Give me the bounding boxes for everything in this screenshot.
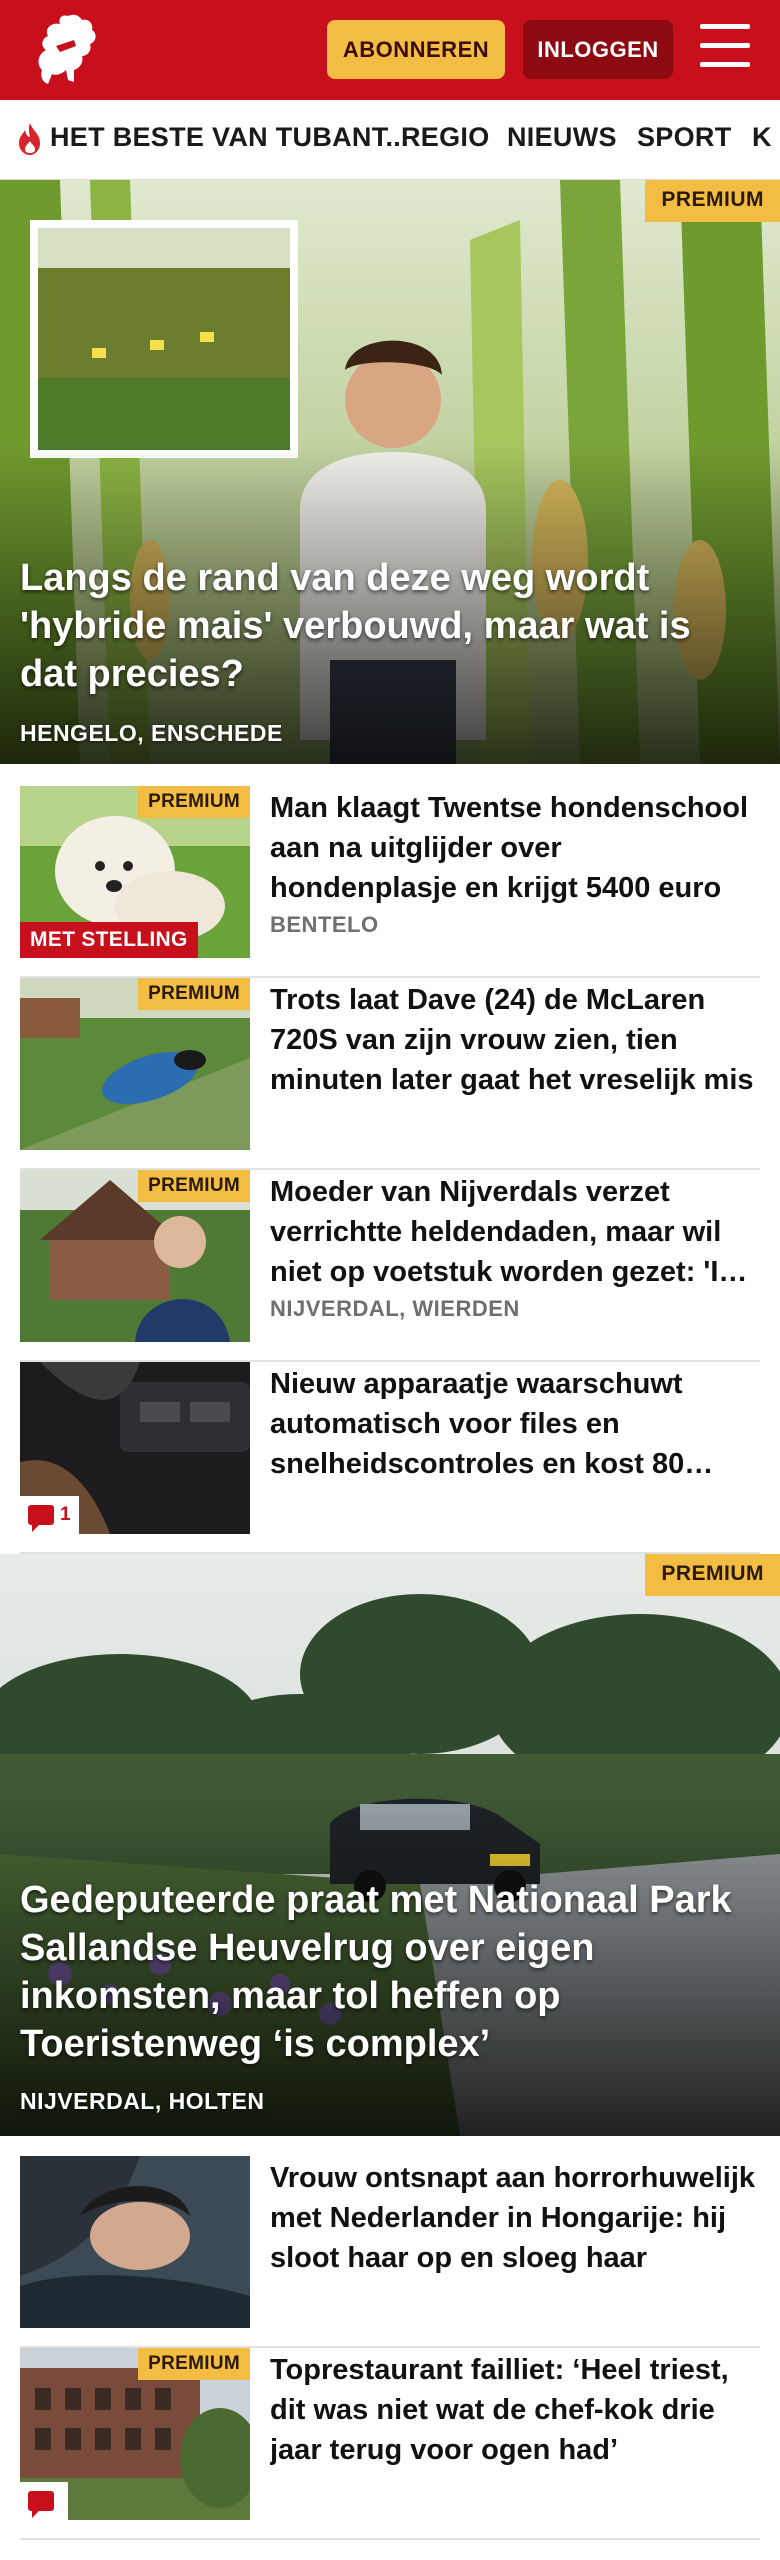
article-thumbnail: PREMIUM [20,2348,250,2520]
article-thumbnail: PREMIUM [20,1170,250,1342]
list-item[interactable]: PREMIUM Toprestaurant failliet: ‘Heel tr… [20,2348,760,2540]
premium-badge: PREMIUM [645,180,780,222]
article-thumbnail: PREMIUM [20,978,250,1150]
article-title[interactable]: Vrouw ontsnapt aan horrorhuwelijk met Ne… [270,2158,755,2278]
article-title[interactable]: Toprestaurant failliet: ‘Heel triest, di… [270,2350,755,2470]
list-item[interactable]: Vrouw ontsnapt aan horrorhuwelijk met Ne… [20,2156,760,2348]
hero-location: HENGELO, ENSCHEDE [20,720,283,746]
hero-location: NIJVERDAL, HOLTEN [20,2088,265,2114]
top-header: ABONNEREN INLOGGEN [0,0,780,100]
premium-badge: PREMIUM [645,1554,780,1596]
article-location: BENTELO [270,912,379,937]
nav-item-regio[interactable]: REGIO [401,122,490,153]
comment-number: 1 [60,1504,71,1525]
stelling-badge: MET STELLING [20,922,198,958]
flame-icon [19,123,40,155]
login-button[interactable]: INLOGGEN [523,20,673,79]
nav-item-more[interactable]: K [752,122,772,153]
hero-title[interactable]: Langs de rand van deze weg wordt 'hybrid… [20,554,750,698]
article-title[interactable]: Trots laat Dave (24) de McLaren 720S van… [270,980,755,1100]
list-item[interactable]: 1 Nieuw apparaatje waarschuwt automatisc… [20,1362,760,1554]
article-location: NIJVERDAL, WIERDEN [270,1296,520,1321]
hamburger-icon[interactable] [700,24,752,72]
comment-count[interactable] [20,2482,68,2520]
tubantia-logo[interactable] [22,10,104,90]
nav-item-nieuws[interactable]: NIEUWS [507,122,617,153]
article-title[interactable]: Nieuw apparaatje waarschuwt automatisch … [270,1364,755,1484]
subscribe-button[interactable]: ABONNEREN [327,20,505,79]
comment-bubble-icon [28,1505,54,1532]
article-thumbnail: PREMIUM MET STELLING [20,786,250,958]
article-thumbnail: 1 [20,1362,250,1534]
hero-title[interactable]: Gedeputeerde praat met Nationaal Park Sa… [20,1876,750,2068]
list-item[interactable]: PREMIUM Moeder van Nijverdals verzet ver… [20,1170,760,1362]
premium-badge: PREMIUM [138,2348,250,2380]
comment-count[interactable]: 1 [20,1496,79,1534]
premium-badge: PREMIUM [138,786,250,818]
nav-item-sport[interactable]: SPORT [637,122,732,153]
hero-article-1[interactable]: PREMIUM Langs de rand van deze weg wordt… [0,180,780,764]
premium-badge: PREMIUM [138,1170,250,1202]
article-title[interactable]: Man klaagt Twentse hondenschool aan na u… [270,788,755,908]
horse-logo-icon [38,14,96,84]
article-title[interactable]: Moeder van Nijverdals verzet verrichtte … [270,1172,755,1292]
section-nav: HET BESTE VAN TUBANT... REGIO NIEUWS SPO… [0,100,780,180]
article-thumbnail [20,2156,250,2328]
premium-badge: PREMIUM [138,978,250,1010]
hero-article-2[interactable]: PREMIUM Gedeputeerde praat met Nationaal… [0,1554,780,2136]
nav-item-best-of[interactable]: HET BESTE VAN TUBANT... [50,122,409,153]
comment-bubble-icon [28,2491,54,2518]
list-item[interactable]: PREMIUM Trots laat Dave (24) de McLaren … [20,978,760,1170]
list-item[interactable]: PREMIUM MET STELLING Man klaagt Twentse … [20,786,760,978]
